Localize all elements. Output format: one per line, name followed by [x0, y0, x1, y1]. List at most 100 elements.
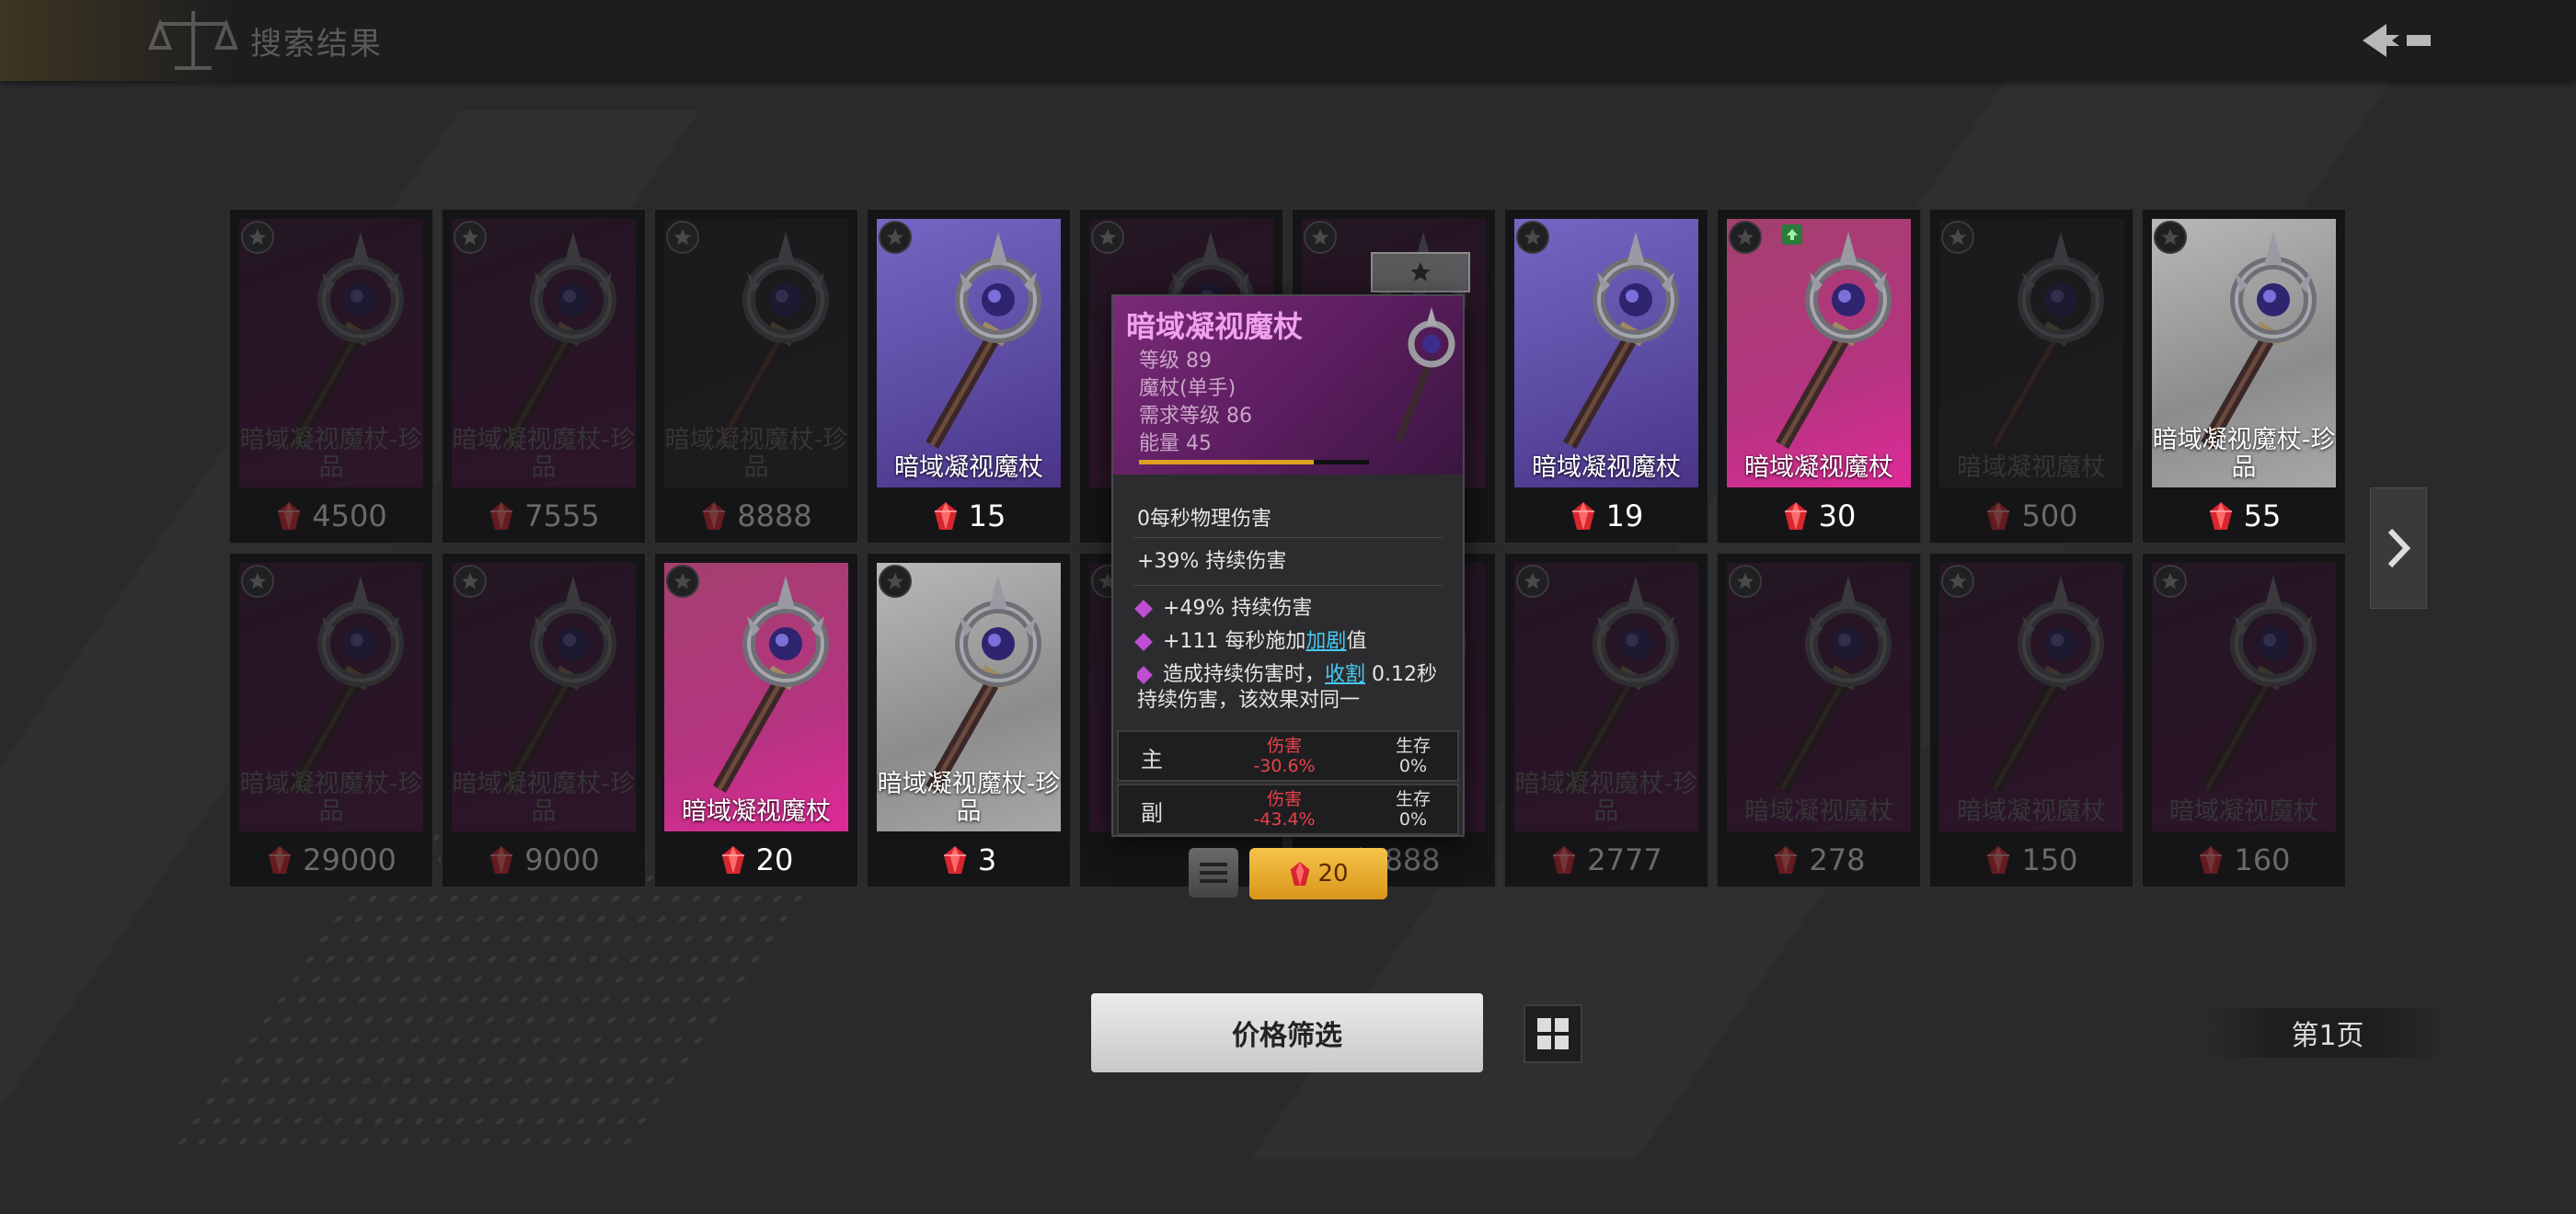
staff-icon	[1776, 232, 1892, 449]
item-card[interactable]: 暗域凝视魔杖-珍品 55	[2141, 208, 2347, 544]
item-card[interactable]: 暗域凝视魔杖-珍品 4500	[228, 208, 434, 544]
card-art: 暗域凝视魔杖	[877, 219, 1061, 487]
energy-bar-fill	[1139, 460, 1314, 464]
card-art: 暗域凝视魔杖-珍品	[1514, 563, 1698, 831]
mod-text: +111 每秒施加	[1163, 630, 1306, 653]
mod-text: +49% 持续伤害	[1163, 597, 1313, 620]
item-card[interactable]: 暗域凝视魔杖 278	[1716, 552, 1922, 888]
price-value: 278	[1809, 842, 1866, 877]
item-card[interactable]: 暗域凝视魔杖 19	[1503, 208, 1709, 544]
item-card[interactable]: 暗域凝视魔杖-珍品 8888	[653, 208, 859, 544]
favorite-star-button[interactable]	[1516, 565, 1549, 598]
favorite-star-button[interactable]	[879, 565, 912, 598]
red-gem-icon	[269, 846, 292, 874]
favorite-star-button[interactable]	[241, 565, 274, 598]
card-art: 暗域凝视魔杖	[1727, 219, 1911, 487]
price-value: 20	[755, 842, 794, 877]
red-gem-icon	[2209, 502, 2232, 530]
price-value: 2777	[1587, 842, 1662, 877]
tooltip-separator	[1133, 585, 1443, 586]
star-icon	[461, 228, 479, 246]
tooltip-stat-dot: +39% 持续伤害	[1137, 550, 1287, 573]
compare-slot: 副	[1141, 800, 1163, 826]
item-price: 4500	[230, 491, 432, 541]
staff-icon	[500, 576, 616, 793]
star-icon	[886, 572, 904, 590]
keyword-link[interactable]: 收割	[1325, 663, 1365, 686]
star-icon	[2161, 572, 2179, 590]
favorite-star-button[interactable]	[1516, 221, 1549, 254]
red-gem-icon	[1775, 846, 1798, 874]
upgrade-arrow-icon	[1782, 224, 1802, 245]
favorite-star-button[interactable]	[879, 221, 912, 254]
keyword-link[interactable]: 加剧	[1305, 630, 1346, 653]
item-name: 暗域凝视魔杖	[1744, 453, 1893, 482]
tooltip-separator	[1133, 537, 1443, 538]
item-card[interactable]: 暗域凝视魔杖-珍品 7555	[441, 208, 647, 544]
item-card[interactable]: 暗域凝视魔杖 20	[653, 552, 859, 888]
favorite-star-button[interactable]	[1304, 221, 1337, 254]
star-icon	[248, 228, 267, 246]
item-card[interactable]: 暗域凝视魔杖-珍品 9000	[441, 552, 647, 888]
red-gem-icon	[490, 846, 513, 874]
item-card[interactable]: 暗域凝视魔杖-珍品 29000	[228, 552, 434, 888]
back-button[interactable]	[2355, 17, 2438, 64]
favorite-star-button[interactable]	[1729, 221, 1762, 254]
star-badge-icon	[1371, 252, 1470, 292]
favorite-star-button[interactable]	[666, 221, 699, 254]
item-name: 暗域凝视魔杖-珍品	[877, 770, 1061, 826]
favorite-star-button[interactable]	[241, 221, 274, 254]
item-card[interactable]: 暗域凝视魔杖 150	[1928, 552, 2134, 888]
item-card[interactable]: 暗域凝视魔杖-珍品 3	[866, 552, 1072, 888]
item-price: 500	[1930, 491, 2133, 541]
red-gem-icon	[490, 502, 513, 530]
menu-button[interactable]	[1189, 848, 1238, 898]
card-art: 暗域凝视魔杖	[1939, 219, 2123, 487]
star-icon	[1098, 228, 1117, 246]
favorite-star-button[interactable]	[454, 221, 487, 254]
tooltip-stat-dps: 0每秒物理伤害	[1137, 508, 1271, 531]
star-icon	[1736, 572, 1754, 590]
price-filter-button[interactable]: 价格筛选	[1091, 993, 1483, 1072]
grid-icon	[1537, 1018, 1569, 1049]
favorite-star-button[interactable]	[454, 565, 487, 598]
card-art: 暗域凝视魔杖	[664, 563, 848, 831]
card-art: 暗域凝视魔杖-珍品	[239, 219, 423, 487]
card-art: 暗域凝视魔杖-珍品	[239, 563, 423, 831]
card-art: 暗域凝视魔杖-珍品	[2152, 219, 2336, 487]
grid-view-toggle[interactable]	[1524, 1004, 1582, 1063]
item-card[interactable]: 暗域凝视魔杖-珍品 2777	[1503, 552, 1709, 888]
card-art: 暗域凝视魔杖-珍品	[452, 219, 636, 487]
item-card[interactable]: 暗域凝视魔杖 500	[1928, 208, 2134, 544]
favorite-star-button[interactable]	[1091, 221, 1124, 254]
item-price: 160	[2143, 835, 2345, 885]
price-value: 19	[1605, 498, 1644, 533]
favorite-star-button[interactable]	[666, 565, 699, 598]
card-art: 暗域凝视魔杖-珍品	[664, 219, 848, 487]
favorite-star-button[interactable]	[1941, 221, 1974, 254]
item-name: 暗域凝视魔杖-珍品	[239, 770, 423, 826]
item-card[interactable]: 暗域凝视魔杖 160	[2141, 552, 2347, 888]
favorite-star-button[interactable]	[1729, 565, 1762, 598]
item-card[interactable]: 暗域凝视魔杖 15	[866, 208, 1072, 544]
item-name: 暗域凝视魔杖	[1957, 797, 2106, 826]
star-icon	[1311, 228, 1329, 246]
staff-icon	[1988, 576, 2104, 793]
top-bar: 搜索结果	[0, 0, 2576, 81]
item-price: 3	[868, 835, 1070, 885]
favorite-star-button[interactable]	[2154, 565, 2187, 598]
red-gem-icon	[1571, 502, 1594, 530]
card-art: 暗域凝视魔杖	[1727, 563, 1911, 831]
next-page-arrow[interactable]	[2370, 487, 2427, 609]
buy-button[interactable]: 20	[1249, 848, 1387, 899]
buy-price: 20	[1317, 860, 1349, 888]
item-card[interactable]: 暗域凝视魔杖 30	[1716, 208, 1922, 544]
favorite-star-button[interactable]	[2154, 221, 2187, 254]
energy-bar	[1139, 460, 1369, 464]
card-art: 暗域凝视魔杖	[2152, 563, 2336, 831]
red-gem-icon	[2200, 846, 2223, 874]
compare-survival: 生存 0%	[1330, 736, 1496, 776]
item-price: 278	[1718, 835, 1920, 885]
page-title: 搜索结果	[250, 26, 383, 63]
favorite-star-button[interactable]	[1941, 565, 1974, 598]
